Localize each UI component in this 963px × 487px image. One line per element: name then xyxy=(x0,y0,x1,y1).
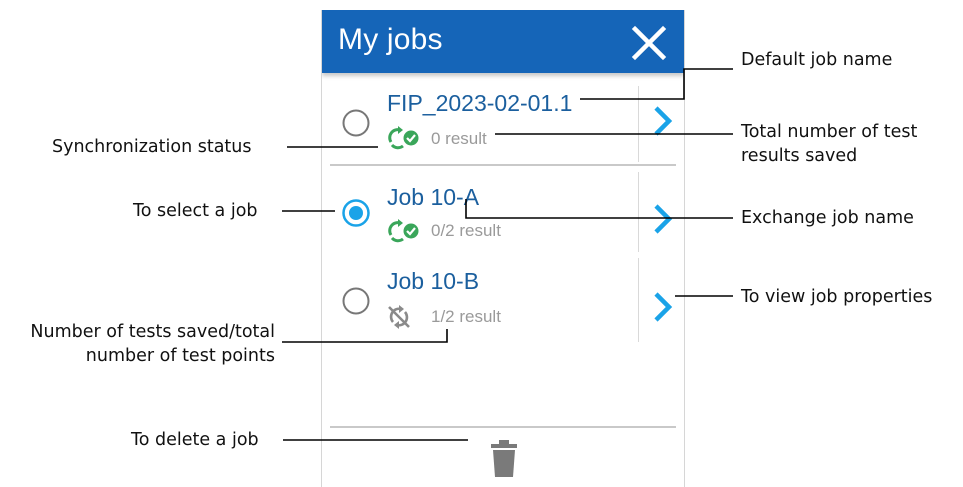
job-radio-button[interactable] xyxy=(341,108,371,138)
callout-total-results-line2: results saved xyxy=(741,146,858,166)
chevron-right-icon[interactable] xyxy=(651,203,675,235)
callout-sync-status: Synchronization status xyxy=(52,137,252,157)
job-result-count: 0 result xyxy=(431,129,487,148)
header-bar: My jobs xyxy=(322,10,684,73)
callout-tests-saved: Number of tests saved/total number of te… xyxy=(30,320,275,368)
job-name: Job 10-A xyxy=(387,184,480,210)
callout-total-results-line1: Total number of test xyxy=(741,122,918,142)
callout-default-job-name: Default job name xyxy=(741,50,893,70)
sync-check-icon xyxy=(388,126,419,150)
job-item-3[interactable]: Job 10-B 1/2 result xyxy=(322,256,684,342)
sync-check-icon xyxy=(388,219,419,243)
close-icon[interactable] xyxy=(629,23,669,63)
footer-divider xyxy=(330,426,676,428)
callout-tests-saved-line2: number of test points xyxy=(85,346,275,366)
my-jobs-panel: My jobs FIP_2023-02-01.1 0 result Job 10… xyxy=(321,10,685,487)
callout-exchange-job-name: Exchange job name xyxy=(741,208,914,228)
job-result-count: 0/2 result xyxy=(431,221,501,240)
row-divider xyxy=(638,258,639,342)
job-radio-button-selected[interactable] xyxy=(341,198,371,228)
chevron-right-icon[interactable] xyxy=(651,105,675,137)
page-title: My jobs xyxy=(338,23,443,56)
callout-tests-saved-line1: Number of tests saved/total xyxy=(30,322,275,342)
list-divider xyxy=(330,164,676,166)
chevron-right-icon[interactable] xyxy=(651,291,675,323)
job-radio-button[interactable] xyxy=(341,286,371,316)
row-divider xyxy=(638,86,639,162)
callout-select-job: To select a job xyxy=(133,201,258,221)
job-name: FIP_2023-02-01.1 xyxy=(387,90,573,116)
sync-off-icon xyxy=(388,305,410,329)
job-item-1[interactable]: FIP_2023-02-01.1 0 result xyxy=(322,84,684,168)
callout-view-properties: To view job properties xyxy=(741,287,933,307)
callout-total-results: Total number of test results saved xyxy=(741,120,917,168)
job-name: Job 10-B xyxy=(387,268,480,294)
row-divider xyxy=(638,172,639,252)
job-result-count: 1/2 result xyxy=(431,307,501,326)
trash-icon[interactable] xyxy=(489,439,519,479)
callout-delete-job: To delete a job xyxy=(131,430,259,450)
job-item-2[interactable]: Job 10-A 0/2 result xyxy=(322,170,684,254)
